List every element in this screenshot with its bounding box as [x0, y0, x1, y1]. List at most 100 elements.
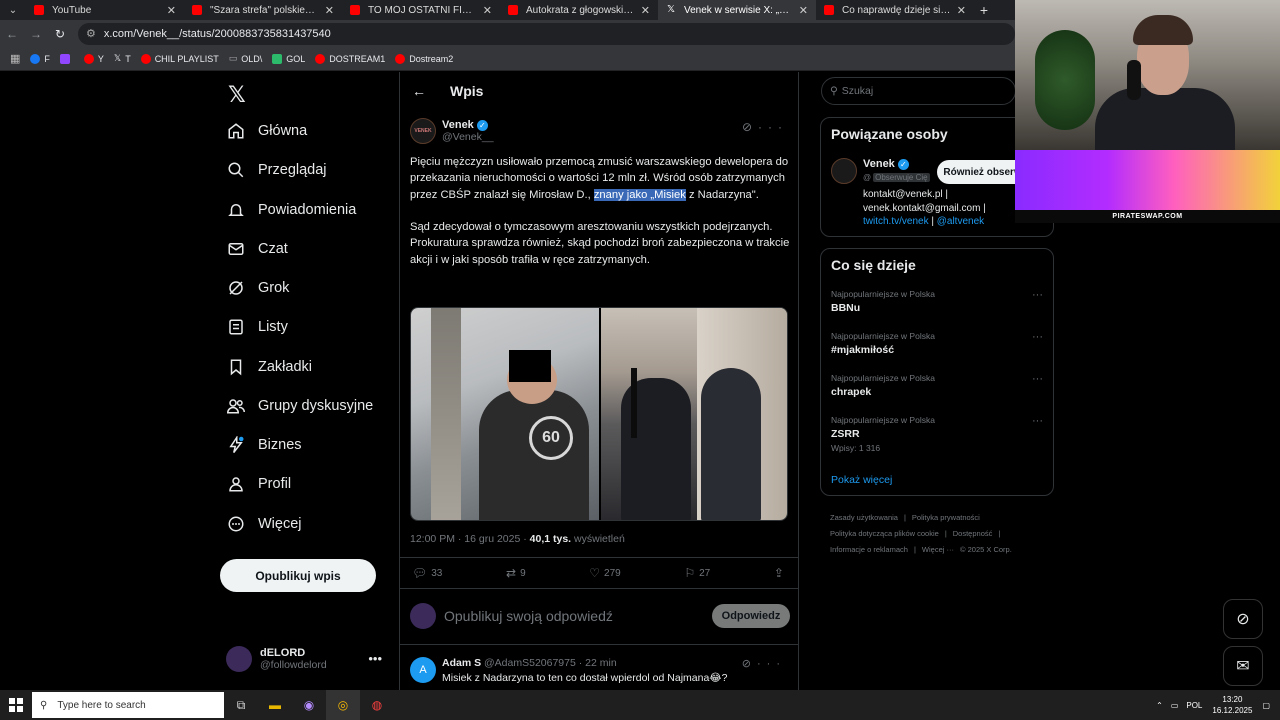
- start-button[interactable]: [0, 690, 32, 720]
- discord-icon[interactable]: ◉: [292, 690, 326, 720]
- task-view-icon[interactable]: ⧉: [224, 690, 258, 720]
- tab-search-icon[interactable]: ⌄: [0, 0, 26, 20]
- messages-floating-button[interactable]: ✉: [1223, 646, 1263, 686]
- footer-link[interactable]: Polityka prywatności: [912, 513, 980, 522]
- nav-bookmarks[interactable]: Zakładki: [226, 354, 312, 380]
- close-icon[interactable]: ✕: [483, 4, 492, 17]
- close-icon[interactable]: ✕: [799, 4, 808, 17]
- more-dots-icon[interactable]: ···: [1032, 289, 1043, 301]
- reply-input[interactable]: Opublikuj swoją odpowiedź: [444, 608, 712, 624]
- footer-link[interactable]: Zasady użytkowania: [830, 513, 898, 522]
- more-dots-icon[interactable]: ···: [1032, 331, 1043, 343]
- apps-grid-icon[interactable]: ▦: [10, 52, 20, 65]
- grok-icon[interactable]: ⊘: [742, 658, 757, 670]
- post-timestamp[interactable]: 12:00 PM · 16 gru 2025 ·: [410, 533, 530, 545]
- taskbar-search-input[interactable]: ⚲ Type here to search: [32, 692, 224, 718]
- chrome-icon[interactable]: ◎: [326, 690, 360, 720]
- like-button[interactable]: ♡ 279: [589, 566, 620, 580]
- tray-expand-icon[interactable]: ⌃: [1156, 701, 1163, 710]
- nav-more[interactable]: Więcej: [226, 511, 302, 537]
- x-logo-icon[interactable]: 𝕏: [228, 82, 246, 108]
- bookmark-item[interactable]: F: [30, 53, 50, 64]
- account-switcher[interactable]: dELORD @followdelord •••: [226, 646, 396, 672]
- nav-profile[interactable]: Profil: [226, 471, 291, 497]
- bookmark-item[interactable]: Y: [83, 53, 104, 64]
- browser-tab[interactable]: Autokrata z głogowskiej huty w ✕: [500, 0, 658, 20]
- trend-item[interactable]: Najpopularniejsze w Polska BBNu ···: [831, 289, 1045, 314]
- more-dots-icon[interactable]: ···: [1032, 415, 1043, 427]
- file-explorer-icon[interactable]: ▬: [258, 690, 292, 720]
- post-media[interactable]: 60: [410, 307, 788, 521]
- new-tab-button[interactable]: +: [974, 2, 994, 18]
- bookmark-item[interactable]: 𝕏T: [114, 53, 131, 64]
- more-dots-icon[interactable]: ···: [758, 120, 788, 134]
- bio-link[interactable]: twitch.tv/venek: [863, 216, 929, 227]
- footer-link[interactable]: Więcej ···: [922, 545, 954, 554]
- footer-link[interactable]: Informacje o reklamach: [830, 545, 908, 554]
- trend-item[interactable]: Najpopularniejsze w Polska #mjakmiłość ···: [831, 331, 1045, 356]
- share-button[interactable]: ⇪: [774, 566, 788, 580]
- person-name[interactable]: Venek: [863, 158, 895, 170]
- bookmark-item[interactable]: Dostream2: [395, 53, 453, 64]
- footer-link[interactable]: Dostępność: [953, 529, 993, 538]
- back-arrow-icon[interactable]: ←: [412, 83, 426, 99]
- author-name[interactable]: Venek: [442, 119, 474, 131]
- repost-button[interactable]: ⇄ 9: [506, 566, 526, 580]
- close-icon[interactable]: ✕: [167, 4, 176, 17]
- nav-grok[interactable]: Grok: [226, 275, 289, 301]
- nav-home[interactable]: Główna: [226, 118, 307, 144]
- more-dots-icon[interactable]: ···: [1032, 373, 1043, 385]
- clock[interactable]: 13:20 16.12.2025: [1212, 694, 1252, 716]
- browser-tab-active[interactable]: 𝕏 Venek w serwisie X: „Pięciu mę ✕: [658, 0, 816, 20]
- site-info-icon[interactable]: ⚙: [86, 27, 96, 40]
- browser-tab[interactable]: "Szara strefa" polskiego ubóstw ✕: [184, 0, 342, 20]
- media-image-right[interactable]: [601, 308, 787, 520]
- bookmark-item[interactable]: GOL: [272, 53, 305, 64]
- nav-chat[interactable]: Czat: [226, 236, 288, 262]
- reload-icon[interactable]: ↻: [48, 27, 72, 41]
- close-icon[interactable]: ✕: [641, 4, 650, 17]
- reply-item[interactable]: A Adam S @AdamS52067975 · 22 min Misiek …: [400, 644, 798, 690]
- browser-tab[interactable]: Co naprawdę dzieje się na uzbe ✕: [816, 0, 974, 20]
- avatar[interactable]: A: [410, 657, 436, 683]
- nav-lists[interactable]: Listy: [226, 314, 288, 340]
- bookmark-item[interactable]: ▭ OLD\: [229, 53, 263, 64]
- bookmark-item[interactable]: DOSTREAM1: [315, 53, 385, 64]
- reply-button[interactable]: 💬︎ 33: [412, 566, 442, 580]
- forward-arrow-icon[interactable]: →: [24, 27, 48, 41]
- bookmark-item[interactable]: [59, 53, 74, 64]
- nav-explore[interactable]: Przeglądaj: [226, 157, 327, 183]
- avatar[interactable]: VENEK: [410, 118, 436, 144]
- bookmark-button[interactable]: ⚐ 27: [684, 566, 710, 580]
- bookmark-item[interactable]: CHIL PLAYLIST: [140, 53, 219, 64]
- notifications-icon[interactable]: ▢: [1262, 701, 1270, 710]
- grok-icon[interactable]: ⊘: [742, 120, 758, 134]
- browser-tab[interactable]: TO MÓJ OSTATNI FILM O FAZIE ✕: [342, 0, 500, 20]
- nav-business[interactable]: Biznes: [226, 432, 302, 458]
- network-icon[interactable]: ▭: [1171, 701, 1179, 710]
- more-dots-icon[interactable]: •••: [368, 651, 382, 666]
- browser-tab[interactable]: YouTube ✕: [26, 0, 184, 20]
- close-icon[interactable]: ✕: [325, 4, 334, 17]
- footer-link[interactable]: Polityka dotycząca plików cookie: [830, 529, 939, 538]
- back-arrow-icon[interactable]: ←: [0, 27, 24, 41]
- more-dots-icon[interactable]: ···: [757, 658, 786, 670]
- nav-notifications[interactable]: Powiadomienia: [226, 197, 356, 223]
- reply-submit-button[interactable]: Odpowiedz: [712, 604, 790, 628]
- obs-icon[interactable]: ◍: [360, 690, 394, 720]
- url-input[interactable]: ⚙ x.com/Venek__/status/20008837358314375…: [78, 22, 1015, 45]
- post-button[interactable]: Opublikuj wpis: [220, 559, 376, 592]
- avatar[interactable]: [831, 158, 857, 184]
- show-more-link[interactable]: Pokaż więcej: [831, 474, 892, 486]
- trend-item[interactable]: Najpopularniejsze w Polska chrapek ···: [831, 373, 1045, 398]
- close-icon[interactable]: ✕: [957, 4, 966, 17]
- grok-floating-button[interactable]: ⊘: [1223, 599, 1263, 639]
- reply-author[interactable]: Adam S: [442, 657, 481, 669]
- author-handle[interactable]: @Venek__: [442, 131, 494, 143]
- bio-link[interactable]: @altvenek: [937, 216, 984, 227]
- search-input[interactable]: ⚲ Szukaj: [821, 77, 1016, 105]
- language-indicator[interactable]: POL: [1186, 701, 1202, 710]
- trend-item[interactable]: Najpopularniejsze w Polska ZSRR Wpisy: 1 3…: [831, 415, 1045, 453]
- nav-communities[interactable]: Grupy dyskusyjne: [226, 393, 373, 419]
- media-image-left[interactable]: 60: [411, 308, 599, 520]
